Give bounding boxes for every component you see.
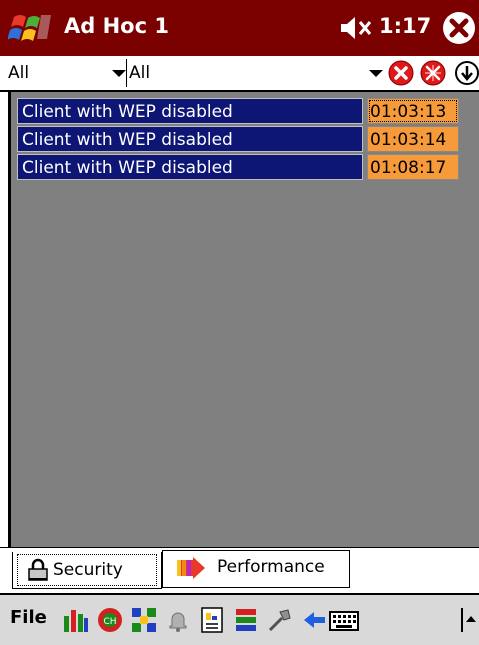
clock[interactable]: 1:17 xyxy=(379,13,431,39)
color-stripes-icon[interactable] xyxy=(232,606,260,634)
bar-chart-icon[interactable] xyxy=(62,606,90,634)
network-nodes-icon[interactable] xyxy=(130,606,158,634)
file-menu[interactable]: File xyxy=(10,607,47,628)
clear-alert-icon[interactable] xyxy=(388,60,414,86)
window-title: Ad Hoc 1 xyxy=(64,14,169,38)
alert-list[interactable]: Client with WEP disabled 01:03:13 Client… xyxy=(8,92,479,547)
alert-message: Client with WEP disabled xyxy=(17,98,363,124)
type-filter-dropdown[interactable]: All xyxy=(126,59,385,87)
tab-performance[interactable]: Performance xyxy=(162,550,350,588)
performance-icon xyxy=(177,557,205,579)
alert-time: 01:08:17 xyxy=(367,154,459,180)
alert-message: Client with WEP disabled xyxy=(17,154,363,180)
chevron-down-icon xyxy=(112,70,126,77)
keyboard-icon[interactable] xyxy=(328,606,362,634)
scroll-down-icon[interactable] xyxy=(454,60,479,86)
channel-icon[interactable]: CH xyxy=(96,606,124,634)
bell-icon[interactable] xyxy=(164,606,192,634)
clear-all-alerts-icon[interactable] xyxy=(420,60,446,86)
tab-security[interactable]: Security xyxy=(12,552,162,589)
start-menu-icon[interactable] xyxy=(8,9,56,47)
title-bar: Ad Hoc 1 1:17 xyxy=(0,0,479,56)
alert-time: 01:03:14 xyxy=(367,126,459,152)
report-icon[interactable] xyxy=(198,606,226,634)
svg-text:CH: CH xyxy=(103,617,116,627)
back-arrow-icon[interactable] xyxy=(300,606,328,634)
tools-icon[interactable] xyxy=(266,606,294,634)
tab-bar: Security Performance xyxy=(0,547,479,594)
type-filter-value: All xyxy=(129,63,151,83)
lock-icon xyxy=(28,558,48,581)
category-filter-dropdown[interactable]: All xyxy=(8,59,126,87)
chevron-down-icon xyxy=(369,70,383,77)
command-bar: File CH xyxy=(0,593,479,645)
tab-security-label: Security xyxy=(53,560,123,580)
alert-message: Client with WEP disabled xyxy=(17,126,363,152)
speaker-muted-icon[interactable] xyxy=(339,16,375,40)
category-filter-value: All xyxy=(8,63,30,83)
close-button[interactable] xyxy=(443,12,475,44)
input-panel-arrow-icon[interactable] xyxy=(460,606,476,634)
alert-time: 01:03:13 xyxy=(367,98,459,124)
close-icon xyxy=(449,18,469,38)
tab-performance-label: Performance xyxy=(217,557,325,577)
